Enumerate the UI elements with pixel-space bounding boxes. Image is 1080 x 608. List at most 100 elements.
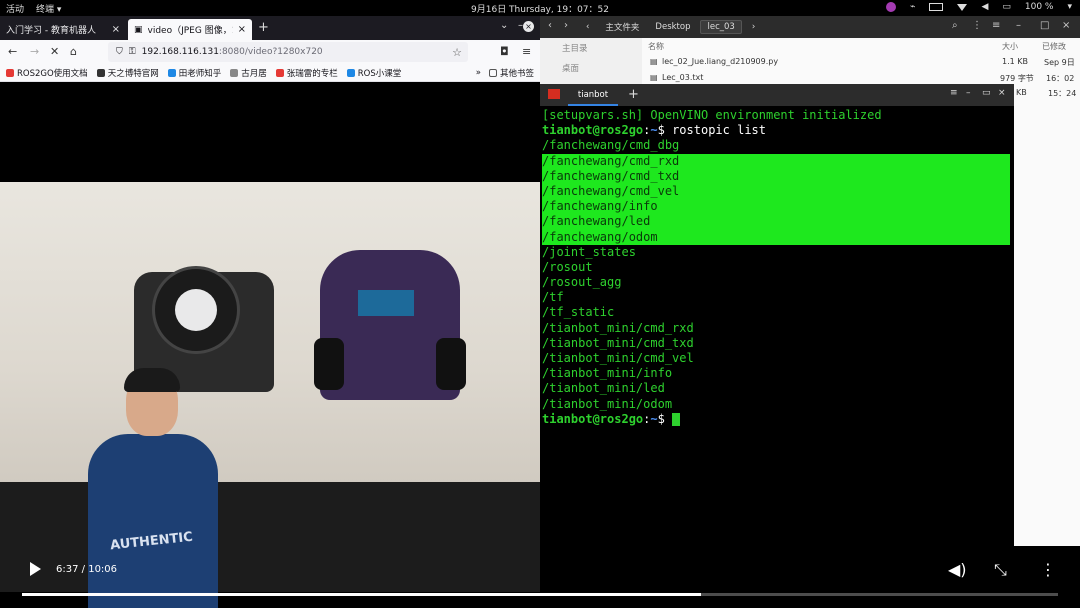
close-tab-icon[interactable]: × (112, 24, 120, 35)
bookmarks-toolbar: ROS2GO使用文档 天之博特官网 田老师知乎 古月居 张瑞雷的专栏 ROS小课… (0, 64, 540, 82)
exit-fullscreen-icon[interactable]: ⤡ (994, 560, 1007, 580)
column-name[interactable]: 名称 (648, 41, 664, 52)
maximize-icon[interactable]: ▭ (982, 88, 991, 98)
close-icon[interactable]: × (1062, 20, 1070, 31)
close-tab-icon[interactable]: × (238, 24, 246, 35)
terminal-line: /fanchewang/info (542, 199, 1010, 215)
file-modified: 16：02 (1046, 74, 1075, 83)
shield-icon[interactable]: ⛉ (116, 47, 123, 57)
menu-icon[interactable]: ≡ (950, 88, 958, 98)
menu-icon[interactable]: ≡ (522, 45, 531, 58)
display-icon[interactable] (929, 3, 944, 11)
file-list-overflow: KB 15：24 (1014, 88, 1080, 546)
site-icon (167, 68, 176, 77)
back-icon[interactable]: ‹ (548, 20, 552, 31)
play-icon[interactable] (30, 562, 41, 576)
more-options-icon[interactable]: ⋮ (1040, 560, 1056, 579)
breadcrumb-lec03[interactable]: lec_03 (700, 20, 742, 34)
column-size[interactable]: 大小 (1002, 41, 1018, 52)
battery-icon[interactable]: ▭ (1002, 2, 1011, 12)
terminal-line: /tianbot_mini/cmd_txd (542, 335, 694, 350)
column-modified[interactable]: 已修改 (1042, 41, 1066, 52)
site-icon (346, 68, 355, 77)
bookmark-star-icon[interactable]: ☆ (452, 46, 462, 59)
tab-edu-robot[interactable]: 入门学习 - 教育机器人 × (0, 19, 126, 40)
site-icon (230, 68, 239, 77)
wifi-icon[interactable] (957, 3, 968, 11)
app-indicator-icon[interactable] (886, 2, 897, 12)
command-text (665, 412, 672, 426)
forward-icon[interactable]: › (564, 20, 568, 31)
duration: 10:06 (88, 564, 118, 575)
forward-icon[interactable]: → (30, 45, 39, 58)
video-frame[interactable]: AUTHENTIC (0, 82, 540, 608)
power-menu-icon[interactable]: ▾ (1067, 2, 1072, 12)
window-close-icon[interactable]: × (523, 21, 534, 32)
file-row[interactable]: ▤ lec_02_Jue.liang_d210909.py 1.1 KB Sep… (642, 54, 1080, 70)
chevron-right-icon[interactable]: » (476, 68, 481, 78)
terminal-line: /tf (542, 290, 564, 305)
terminal-app-icon (548, 89, 560, 99)
stop-icon[interactable]: ✕ (50, 45, 59, 58)
terminal-cursor (672, 412, 681, 426)
folder-icon (488, 69, 497, 77)
terminal-tab[interactable]: tianbot (568, 84, 618, 106)
sidebar-item-desktop[interactable]: 桌面 (540, 58, 642, 78)
home-icon[interactable]: ⌂ (70, 45, 77, 58)
file-list-header: 名称 大小 已修改 (642, 38, 1080, 54)
prompt-user: tianbot@ros2go (542, 411, 644, 426)
other-bookmarks[interactable]: 其他书签 (488, 67, 534, 79)
battery-percent: 100 % (1024, 2, 1054, 12)
bookmark-item[interactable]: 田老师知乎 (167, 67, 221, 79)
prompt-path: ~ (650, 123, 658, 138)
wheel (314, 338, 344, 390)
bookmark-item[interactable]: ROS2GO使用文档 (6, 67, 88, 79)
new-terminal-tab-button[interactable]: + (628, 87, 639, 102)
image-icon: ▣ (134, 24, 143, 35)
breadcrumb-desktop[interactable]: Desktop (649, 21, 696, 33)
menu-icon[interactable]: ≡ (992, 20, 1000, 31)
tab-list-icon[interactable]: ⌄ (500, 20, 508, 31)
terminal-output[interactable]: [setupvars.sh] OpenVINO environment init… (540, 106, 1014, 586)
terminal-line: tianbot@ros2go:~$ rostopic list (542, 123, 767, 138)
back-icon[interactable]: ← (8, 45, 17, 58)
lock-icon[interactable]: ⚿ (129, 47, 136, 57)
pocket-icon[interactable]: ◘ (500, 45, 509, 58)
app-menu[interactable]: 终端 ▾ (36, 2, 61, 15)
volume-icon[interactable]: ◀ (981, 2, 988, 12)
close-icon[interactable]: × (998, 88, 1006, 98)
breadcrumb-next-icon[interactable]: › (746, 21, 761, 33)
breadcrumb-prev-icon[interactable]: ‹ (580, 21, 595, 33)
url-path: :8080/video?1280x720 (218, 47, 323, 57)
search-icon[interactable]: ⌕ (952, 20, 958, 31)
terminal-line: /tianbot_mini/cmd_rxd (542, 320, 694, 335)
activities-button[interactable]: 活动 (6, 2, 24, 15)
breadcrumb-home[interactable]: 主文件夹 (599, 20, 645, 34)
view-options-icon[interactable]: ⋮ (972, 20, 982, 31)
terminal-line: /tianbot_mini/info (542, 366, 673, 381)
controller-board (358, 290, 414, 316)
file-manager-header: ‹ › ‹ 主文件夹 Desktop lec_03 › ⌕ ⋮ ≡ – □ × (540, 16, 1080, 38)
bookmark-item[interactable]: ROS小课堂 (346, 67, 401, 79)
minimize-icon[interactable]: – (966, 88, 971, 98)
network-icon[interactable]: ⌁ (910, 2, 915, 12)
file-modified: Sep 9日 (1044, 58, 1075, 67)
minimize-icon[interactable]: – (1016, 20, 1021, 31)
new-tab-button[interactable]: + (258, 20, 269, 35)
bookmark-item[interactable]: 天之博特官网 (96, 67, 159, 79)
progress-bar[interactable] (22, 593, 1058, 596)
bookmark-item[interactable]: 古月居 (230, 67, 267, 79)
terminal-window: tianbot + ≡ – ▭ × [setupvars.sh] OpenVIN… (540, 84, 1014, 586)
bookmark-item[interactable]: 张瑞雷的专栏 (275, 67, 338, 79)
tab-video[interactable]: ▣ video（JPEG 图像，1280× × (128, 19, 252, 40)
lidar-disc (152, 266, 240, 354)
progress-fill (22, 593, 701, 596)
maximize-icon[interactable]: □ (1040, 20, 1049, 31)
terminal-line: /fanchewang/cmd_txd (542, 168, 1010, 184)
url-bar[interactable]: ⛉ ⚿ 192.168.116.131:8080/video?1280x720 … (108, 42, 468, 62)
volume-icon[interactable]: ◀) (948, 560, 967, 579)
system-tray[interactable]: ⌁ ◀ ▭ 100 % ▾ (886, 2, 1072, 12)
sidebar-item-home[interactable]: 主目录 (540, 38, 642, 58)
nav-bar: ← → ✕ ⌂ ⛉ ⚿ 192.168.116.131:8080/video?1… (0, 40, 540, 64)
tab-label: 入门学习 - 教育机器人 (6, 26, 96, 36)
